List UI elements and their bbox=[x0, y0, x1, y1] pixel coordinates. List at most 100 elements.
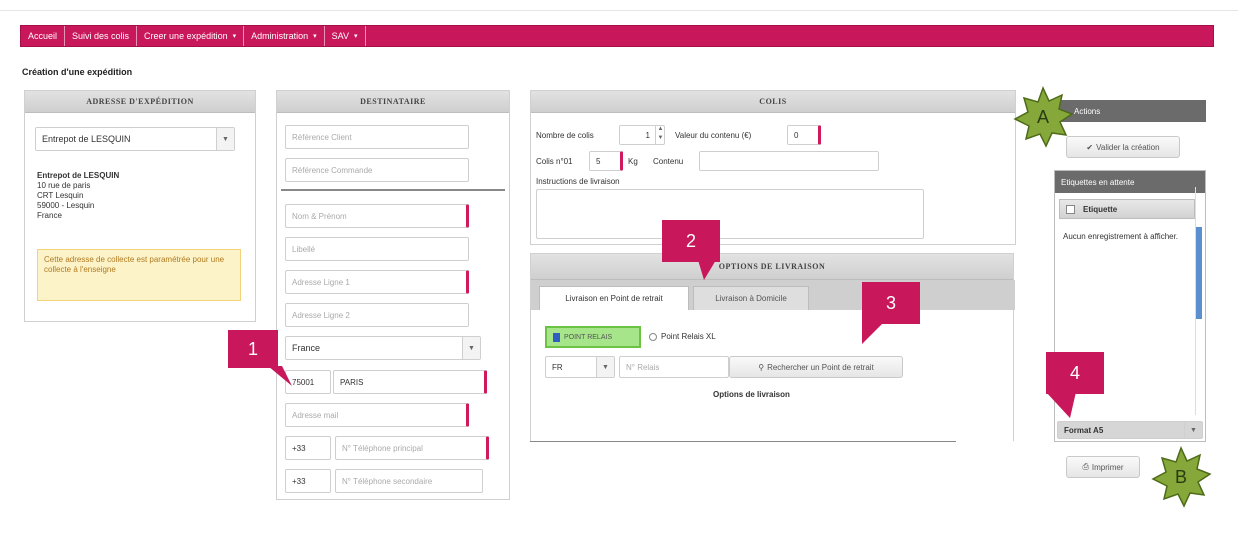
chevron-down-icon: ▾ bbox=[232, 33, 237, 40]
main-nav: Accueil Suivi des colis Creer une expéditi… bbox=[20, 25, 1214, 47]
nav-item-label: Administration bbox=[251, 31, 309, 41]
main-phone-input[interactable]: N° Téléphone principal bbox=[335, 436, 489, 460]
search-icon: ⚲ bbox=[758, 362, 765, 372]
search-pickup-button[interactable]: ⚲ Rechercher un Point de retrait bbox=[729, 356, 903, 378]
label-input[interactable]: Libellé bbox=[285, 237, 469, 261]
delivery-tabs: Livraison en Point de retrait Livraison … bbox=[531, 280, 1015, 310]
parcel-count-label: Nombre de colis bbox=[536, 131, 594, 140]
email-input[interactable]: Adresse mail bbox=[285, 403, 469, 427]
relay-country-value: FR bbox=[552, 362, 563, 372]
point-relais-xl-label: Point Relais XL bbox=[661, 332, 716, 341]
callout-2: 2 bbox=[662, 220, 720, 280]
relay-number-input[interactable]: N° Relais bbox=[619, 356, 729, 378]
parcel-number-label: Colis n°01 bbox=[536, 157, 573, 166]
point-relais-option[interactable]: POINT RELAIS bbox=[545, 326, 641, 348]
address-line: Entrepot de LESQUIN bbox=[37, 171, 120, 180]
point-relais-xl-option[interactable]: Point Relais XL bbox=[649, 332, 716, 341]
country-select[interactable]: France ▼ bbox=[285, 336, 481, 360]
phone-prefix-input[interactable]: +33 bbox=[285, 436, 331, 460]
address-line: 59000 - Lesquin bbox=[37, 201, 95, 210]
callout-star-b: B bbox=[1150, 446, 1212, 508]
nav-item-label: Creer une expédition bbox=[144, 31, 228, 41]
page-title: Création d'une expédition bbox=[22, 67, 133, 77]
secondary-phone-input[interactable]: N° Téléphone secondaire bbox=[335, 469, 483, 493]
top-divider bbox=[0, 10, 1238, 11]
country-select-value: France bbox=[292, 343, 321, 353]
tab-home-delivery[interactable]: Livraison à Domicile bbox=[693, 286, 809, 310]
warehouse-select-value: Entrepot de LESQUIN bbox=[42, 134, 131, 144]
relay-country-select[interactable]: FR ▼ bbox=[545, 356, 615, 378]
validate-creation-label: Valider la création bbox=[1096, 142, 1160, 152]
content-value-label: Valeur du contenu (€) bbox=[675, 131, 752, 140]
print-button[interactable]: ⎙ Imprimer bbox=[1066, 456, 1140, 478]
chevron-down-icon: ▼ bbox=[216, 128, 234, 150]
weight-unit: Kg bbox=[628, 157, 638, 166]
callout-4-number: 4 bbox=[1069, 362, 1080, 383]
callout-tail bbox=[862, 322, 884, 344]
warehouse-select[interactable]: Entrepot de LESQUIN ▼ bbox=[35, 127, 235, 151]
select-all-checkbox[interactable] bbox=[1066, 204, 1075, 214]
parcel-count-stepper[interactable]: ▲ ▼ bbox=[655, 125, 665, 145]
chevron-down-icon: ▼ bbox=[596, 357, 614, 377]
weight-input[interactable]: 5 bbox=[589, 151, 623, 171]
callout-4: 4 bbox=[1046, 352, 1104, 418]
labels-scrollbar-thumb[interactable] bbox=[1196, 227, 1202, 319]
nav-item[interactable]: SAV ▾ bbox=[325, 26, 366, 46]
callout-tail bbox=[268, 366, 292, 386]
callout-tail bbox=[1046, 392, 1076, 418]
chevron-down-icon: ▾ bbox=[313, 33, 317, 40]
callout-star-a: A bbox=[1012, 86, 1074, 148]
flag-icon bbox=[553, 332, 560, 342]
callout-3: 3 bbox=[862, 282, 920, 344]
chevron-down-icon: ▼ bbox=[1184, 422, 1202, 438]
address-line: CRT Lesquin bbox=[37, 191, 84, 200]
callout-2-number: 2 bbox=[685, 230, 696, 251]
search-pickup-label: Rechercher un Point de retrait bbox=[767, 362, 874, 372]
tab-pickup-point[interactable]: Livraison en Point de retrait bbox=[539, 286, 689, 310]
print-label: Imprimer bbox=[1091, 462, 1124, 472]
radio-icon bbox=[649, 332, 657, 341]
address-line1-input[interactable]: Adresse Ligne 1 bbox=[285, 270, 469, 294]
parcel-panel: COLIS Nombre de colis 1 ▲ ▼ Valeur du con… bbox=[530, 90, 1016, 245]
pending-labels-header: Etiquettes en attente bbox=[1055, 171, 1205, 193]
section-divider bbox=[281, 189, 505, 191]
delivery-options-bottom-line bbox=[530, 441, 956, 442]
label-format-select[interactable]: Format A5 ▼ bbox=[1057, 421, 1203, 439]
check-icon: ✔ bbox=[1086, 142, 1094, 152]
nav-item[interactable]: Suivi des colis bbox=[65, 26, 138, 46]
address-line: France bbox=[37, 211, 62, 220]
nav-item[interactable]: Creer une expédition ▾ bbox=[137, 26, 245, 46]
validate-creation-button[interactable]: ✔ Valider la création bbox=[1066, 136, 1180, 158]
nav-item[interactable]: Administration ▾ bbox=[244, 26, 325, 46]
shipping-address-panel: ADRESSE D'EXPÉDITION Entrepot de LESQUIN… bbox=[24, 90, 256, 322]
delivery-instructions-label: Instructions de livraison bbox=[536, 177, 620, 186]
address-line: 10 rue de paris bbox=[37, 181, 91, 190]
callout-1-number: 1 bbox=[247, 338, 258, 359]
callout-star-a-letter: A bbox=[1036, 106, 1049, 127]
point-relais-label: POINT RELAIS bbox=[564, 333, 613, 341]
callout-tail bbox=[698, 260, 716, 280]
actions-header: Actions bbox=[1054, 100, 1206, 122]
recipient-header: DESTINATAIRE bbox=[277, 91, 509, 113]
city-input[interactable]: PARIS bbox=[333, 370, 487, 394]
delivery-instructions-textarea[interactable] bbox=[536, 189, 924, 239]
pending-labels-panel: Etiquettes en attente Etiquette Aucun en… bbox=[1054, 170, 1206, 442]
phone-prefix-input[interactable]: +33 bbox=[285, 469, 331, 493]
nav-item[interactable]: Accueil bbox=[21, 26, 66, 46]
content-value-input[interactable]: 0 bbox=[787, 125, 821, 145]
nav-item-label: Suivi des colis bbox=[72, 31, 130, 41]
delivery-options-panel: OPTIONS DE LIVRAISON Livraison en Point … bbox=[530, 253, 1015, 441]
delivery-options-header: OPTIONS DE LIVRAISON bbox=[531, 254, 1013, 280]
actions-title: Actions bbox=[1074, 106, 1101, 116]
callout-1: 1 bbox=[228, 330, 292, 386]
labels-scrollbar[interactable] bbox=[1195, 187, 1202, 415]
chevron-down-icon: ▼ bbox=[462, 337, 480, 359]
name-input[interactable]: Nom & Prénom bbox=[285, 204, 469, 228]
address-line2-input[interactable]: Adresse Ligne 2 bbox=[285, 303, 469, 327]
content-input[interactable] bbox=[699, 151, 879, 171]
order-reference-input[interactable]: Référence Commande bbox=[285, 158, 469, 182]
warehouse-address: Entrepot de LESQUIN 10 rue de paris CRT … bbox=[37, 171, 119, 221]
parcel-header: COLIS bbox=[531, 91, 1015, 113]
collection-notice: Cette adresse de collecte est paramétrée… bbox=[37, 249, 241, 301]
client-reference-input[interactable]: Référence Client bbox=[285, 125, 469, 149]
